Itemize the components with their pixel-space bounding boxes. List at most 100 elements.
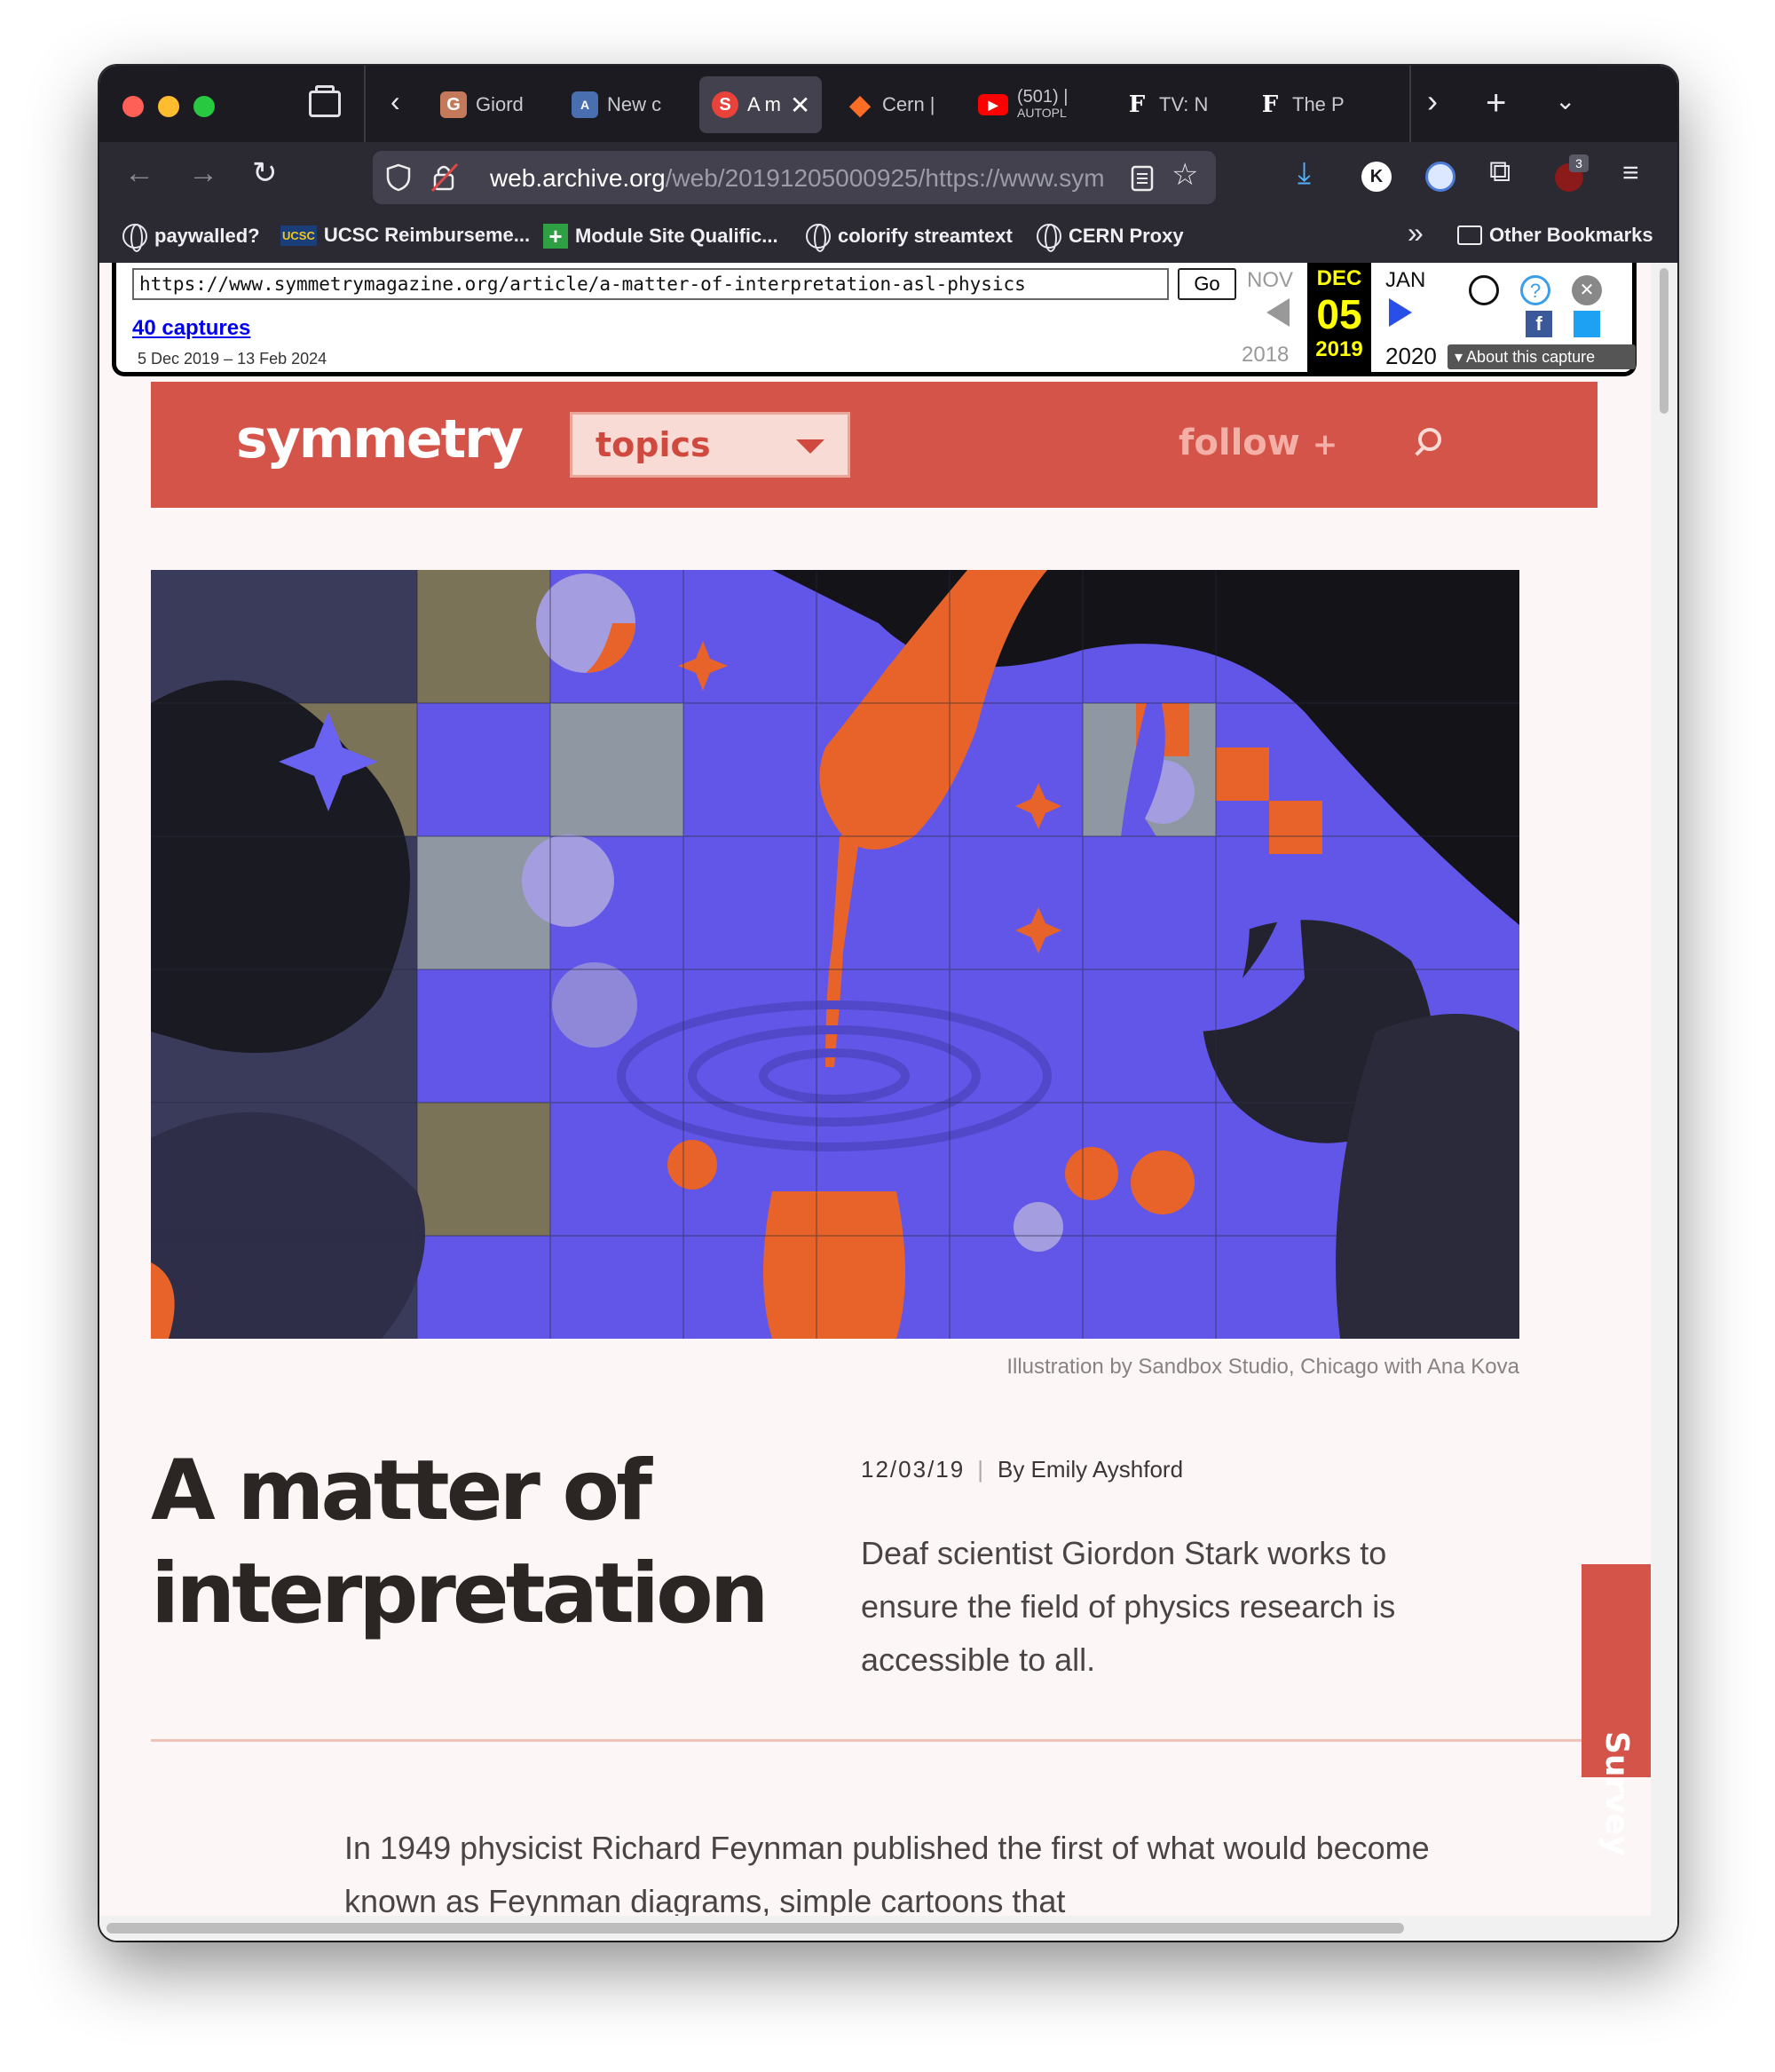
topics-label: topics [596,425,711,464]
follow-label: follow [1179,423,1300,463]
captures-link[interactable]: 40 captures [132,316,250,341]
more-bookmarks-chevron-icon[interactable]: » [1408,218,1424,247]
reader-view-icon[interactable] [1131,165,1154,192]
forward-icon[interactable]: → [188,158,218,188]
wayback-go-button[interactable]: Go [1178,268,1236,300]
bookmark-ucsc[interactable]: UCSC UCSC Reimburseme... [280,224,530,247]
bookmark-cern-proxy[interactable]: CERN Proxy [1037,224,1184,252]
menu-hamburger-icon[interactable]: ≡ [1622,158,1639,186]
prev-capture-arrow-icon[interactable] [1266,298,1290,327]
article-meta: 12/03/19 | By Emily Ayshford [861,1456,1183,1483]
tab-atlas[interactable]: A New c [572,76,674,133]
horizontal-scroll-thumb[interactable] [106,1923,1404,1934]
close-window-button[interactable] [122,96,144,117]
tab-label: Giord [476,93,524,115]
tab-label: (501) | [1017,87,1069,107]
tab-close-icon[interactable]: ✕ [790,91,810,120]
hero-illustration [151,570,1519,1339]
user-account-icon[interactable] [1469,275,1499,305]
article-title-line: interpretation [151,1546,769,1642]
next-month-label[interactable]: JAN [1385,268,1425,293]
list-all-tabs-icon[interactable]: ⌄ [1555,89,1575,114]
about-capture-label: About this capture [1466,348,1596,366]
zoom-window-button[interactable] [193,96,215,117]
follow-button[interactable]: follow + [1179,423,1337,463]
profile-avatar[interactable]: K [1361,162,1392,192]
ublock-badge: 3 [1569,154,1589,172]
tabbar-divider [364,66,366,142]
bookmark-label: CERN Proxy [1069,225,1184,247]
tab-label: A m [747,93,781,115]
bookmarks-bar: paywalled? UCSC UCSC Reimburseme... + Modu… [99,211,1677,263]
youtube-icon: ▶ [978,94,1008,115]
tab-giordon[interactable]: G Giord [440,76,547,133]
chevron-down-icon [796,439,824,454]
bookmark-paywalled[interactable]: paywalled? [122,224,260,252]
wayback-url-input[interactable]: https://www.symmetrymagazine.org/article… [132,268,1169,300]
bookmark-star-icon[interactable]: ☆ [1172,160,1198,190]
prev-year-label[interactable]: 2018 [1242,343,1289,368]
tab-favicon-symmetry-icon: S [712,91,738,118]
reload-icon[interactable]: ↻ [252,158,278,188]
tracking-protection-shield-icon[interactable] [385,163,412,192]
close-toolbar-icon[interactable]: ✕ [1572,275,1602,305]
extension-onepassword-icon[interactable] [1425,162,1456,192]
tabbar-divider [1409,66,1411,142]
extensions-puzzle-icon[interactable]: ⧉ [1489,156,1511,186]
current-capture-date: DEC 05 2019 [1307,263,1371,373]
divider [151,1739,1592,1742]
vertical-scroll-thumb[interactable] [1660,268,1668,414]
site-logo[interactable]: symmetry [236,408,524,471]
minimize-window-button[interactable] [158,96,179,117]
tab-overview-icon[interactable] [309,85,341,117]
search-icon[interactable] [1418,428,1441,451]
image-caption: Illustration by Sandbox Studio, Chicago … [1006,1355,1519,1379]
captures-range: 5 Dec 2019 – 13 Feb 2024 [138,350,327,368]
wayback-toolbar: https://www.symmetrymagazine.org/article… [112,263,1637,376]
url-path: /web/20191205000925/https://www.sym [665,164,1105,192]
downloads-icon[interactable]: ⤓ [1298,158,1311,188]
tab-scroll-left-icon[interactable]: ‹ [390,87,400,115]
bookmark-label: colorify streamtext [838,225,1013,247]
tab-cern-gitlab[interactable]: ◆ Cern | [847,76,946,133]
globe-icon [806,224,831,252]
twitter-icon[interactable] [1574,311,1600,337]
bookmark-colorify[interactable]: colorify streamtext [806,224,1013,252]
tab-youtube[interactable]: ▶ (501) | AUTOPL [978,76,1085,133]
tab-label: The P [1292,93,1345,115]
about-this-capture[interactable]: ▾ About this capture [1448,344,1636,369]
next-capture-arrow-icon[interactable] [1389,298,1412,327]
horizontal-scrollbar[interactable] [99,1916,1651,1941]
facebook-icon[interactable]: f [1526,311,1552,337]
prev-month-label[interactable]: NOV [1247,268,1293,293]
vertical-scrollbar[interactable] [1651,263,1677,1941]
article-author[interactable]: By Emily Ayshford [998,1456,1183,1483]
next-year-label[interactable]: 2020 [1385,343,1437,370]
back-icon[interactable]: ← [124,158,154,188]
topics-dropdown[interactable]: topics [570,412,850,478]
globe-icon [1037,224,1061,252]
tab-bar: ‹ G Giord A New c S A m ✕ ◆ Cern | ▶ (50… [99,66,1677,142]
illustration-artwork [151,570,1519,1339]
survey-tab-button[interactable]: Survey [1582,1564,1651,1856]
tab-favicon-f-icon: F [1261,91,1279,118]
article-title: A matter of interpretation [151,1440,843,1646]
tab-scroll-right-icon[interactable]: › [1427,85,1438,117]
url-text: web.archive.org/web/20191205000925/https… [490,164,1111,193]
plus-icon: + [543,224,568,249]
new-tab-icon[interactable]: + [1486,85,1506,121]
address-bar[interactable]: web.archive.org/web/20191205000925/https… [373,151,1216,204]
gitlab-icon: ◆ [849,90,871,120]
tab-symmetry-active[interactable]: S A m ✕ [699,76,822,133]
bookmark-label: paywalled? [154,225,260,247]
bookmark-label: Other Bookmarks [1489,224,1653,246]
folder-icon [1457,225,1482,245]
help-icon[interactable]: ? [1520,275,1550,305]
insecure-lock-icon[interactable] [430,162,460,194]
article-date: 12/03/19 [861,1456,966,1483]
bookmark-module-site[interactable]: + Module Site Qualific... [543,224,778,249]
tab-tv[interactable]: F TV: N [1124,76,1227,133]
tab-sublabel: AUTOPL [1017,106,1067,120]
other-bookmarks[interactable]: Other Bookmarks [1457,224,1653,247]
tab-the-p[interactable]: F The P [1257,76,1360,133]
